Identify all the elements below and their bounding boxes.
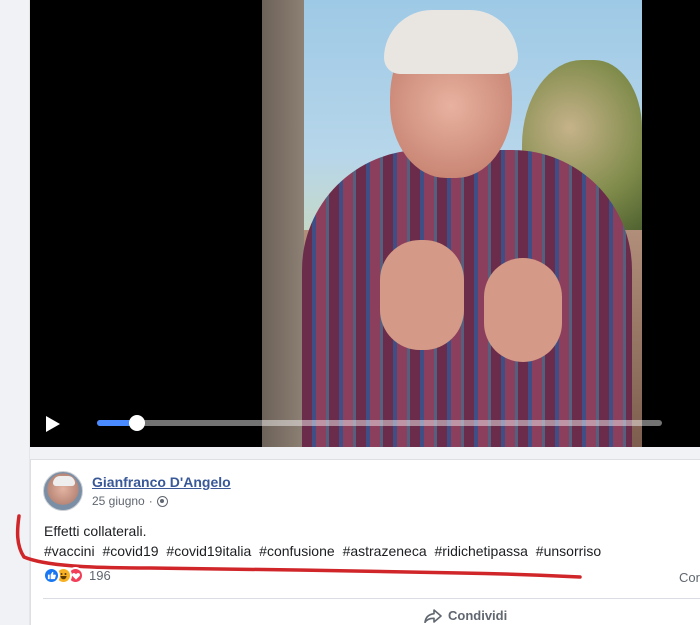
post-meta: 25 giugno · <box>92 494 168 508</box>
post-date[interactable]: 25 giugno <box>92 494 145 508</box>
video-progress-knob[interactable] <box>128 415 145 431</box>
hashtag-link[interactable]: #covid19 <box>102 543 158 559</box>
comments-link-partial[interactable]: Cor <box>679 570 700 585</box>
post-card: Gianfranco D'Angelo 25 giugno · Effetti … <box>30 459 700 625</box>
hashtag-link[interactable]: #covid19italia <box>166 543 251 559</box>
like-icon <box>43 567 60 584</box>
video-person-hand-right <box>484 258 562 362</box>
video-person-hair <box>384 10 518 74</box>
video-scene-post <box>262 0 304 447</box>
avatar[interactable] <box>43 471 83 511</box>
globe-icon[interactable] <box>156 495 168 507</box>
reaction-count: 196 <box>89 568 111 583</box>
page-left-strip <box>0 0 30 625</box>
hashtag-link[interactable]: #ridichetipassa <box>435 543 528 559</box>
post-hashtags: #vaccini #covid19 #covid19italia #confus… <box>44 541 605 561</box>
video-controls <box>30 400 700 447</box>
play-icon[interactable] <box>46 416 60 432</box>
post-author-link[interactable]: Gianfranco D'Angelo <box>92 474 231 490</box>
share-label: Condividi <box>448 608 508 623</box>
share-button[interactable]: Condividi <box>424 608 507 623</box>
share-arrow-icon <box>424 608 442 623</box>
video-frame <box>262 0 642 447</box>
post-text-line: Effetti collaterali. <box>44 523 147 539</box>
video-player[interactable] <box>30 0 700 447</box>
hashtag-link[interactable]: #confusione <box>259 543 335 559</box>
hashtag-link[interactable]: #vaccini <box>44 543 95 559</box>
video-person-hand-left <box>380 240 464 350</box>
reactions-summary[interactable]: 196 <box>43 567 111 584</box>
meta-separator: · <box>148 494 153 508</box>
video-progress-track[interactable] <box>97 415 662 431</box>
actions-divider <box>43 598 700 599</box>
hashtag-link[interactable]: #unsorriso <box>536 543 601 559</box>
post-text: Effetti collaterali. #vaccini #covid19 #… <box>44 521 605 561</box>
hashtag-link[interactable]: #astrazeneca <box>343 543 427 559</box>
